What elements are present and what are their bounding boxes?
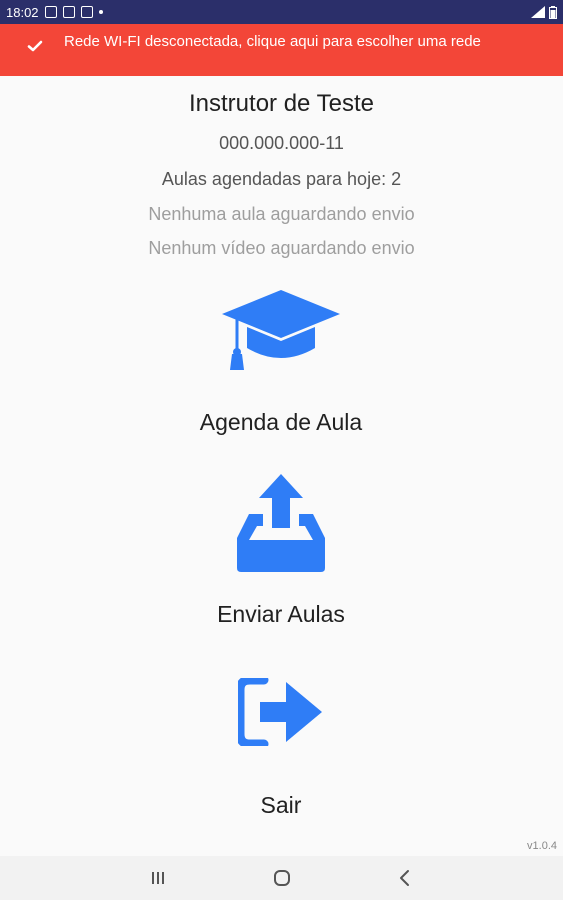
pending-videos-status: Nenhum vídeo aguardando envio <box>148 238 415 258</box>
pending-classes-status: Nenhuma aula aguardando envio <box>148 204 415 224</box>
exit-menu-button[interactable]: Sair <box>131 678 431 826</box>
user-id: 000.000.000-11 <box>219 133 344 153</box>
main-content: Instrutor de Teste 000.000.000-11 Aulas … <box>0 76 563 856</box>
app-version: v1.0.4 <box>527 840 557 852</box>
home-icon[interactable] <box>270 867 294 889</box>
sign-out-icon <box>238 678 322 746</box>
download-notification-icon <box>80 6 93 18</box>
image-notification-icon <box>44 6 57 18</box>
classes-today-count: Aulas agendadas para hoje: 2 <box>161 169 402 189</box>
status-time: 18:02 <box>6 4 39 20</box>
send-classes-menu-button[interactable]: Enviar Aulas <box>131 472 431 632</box>
battery-icon <box>549 5 557 19</box>
signal-icon <box>531 6 545 18</box>
wifi-disconnected-banner[interactable]: Rede WI-FI desconectada, clique aqui par… <box>0 24 563 76</box>
notification-icons <box>44 6 103 18</box>
recent-apps-icon[interactable] <box>146 867 170 889</box>
schedule-menu-button[interactable]: Agenda de Aula <box>131 288 431 438</box>
more-notifications-icon <box>98 10 103 14</box>
back-icon[interactable] <box>393 867 417 889</box>
banner-text: Rede WI-FI desconectada, clique aqui par… <box>64 33 481 50</box>
navigation-bar <box>0 856 563 900</box>
app-notification-icon <box>62 6 75 18</box>
exit-menu-label: Sair <box>260 792 302 818</box>
status-bar: 18:02 <box>0 0 563 24</box>
send-classes-menu-label: Enviar Aulas <box>217 601 345 627</box>
schedule-menu-label: Agenda de Aula <box>199 409 363 435</box>
user-name: Instrutor de Teste <box>189 90 374 117</box>
check-icon <box>27 40 43 52</box>
system-icons <box>531 5 557 19</box>
upload-tray-icon <box>237 474 325 572</box>
graduation-cap-icon <box>222 290 340 370</box>
